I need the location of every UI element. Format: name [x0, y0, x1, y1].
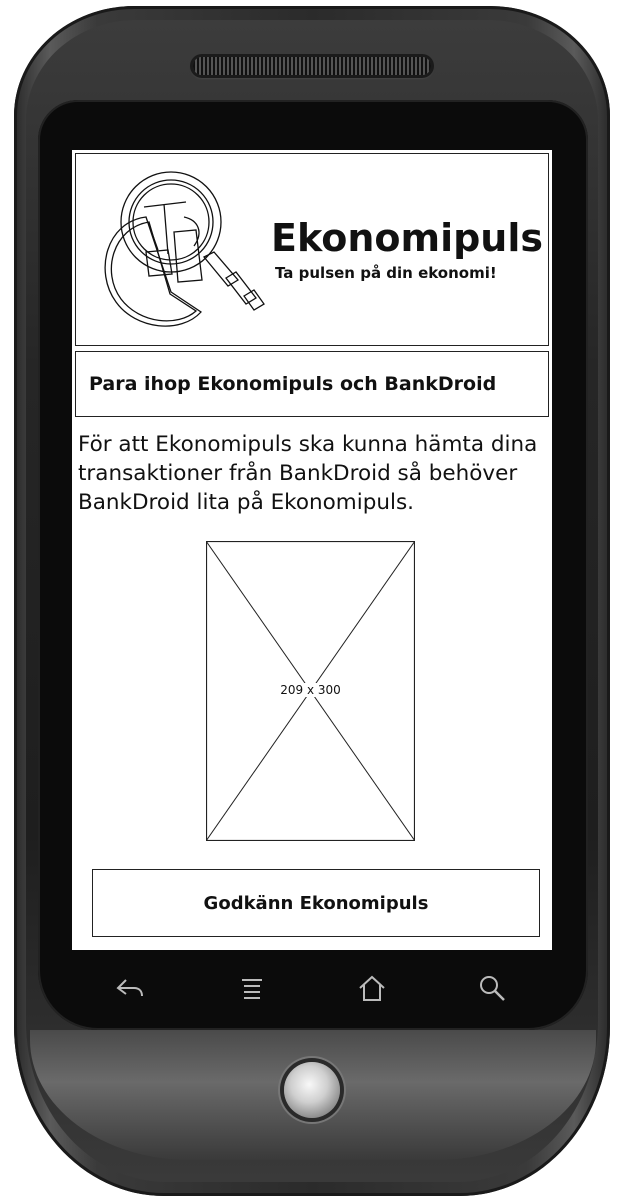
- menu-icon[interactable]: [230, 966, 274, 1010]
- device-screen: Ekonomipuls Ta pulsen på din ekonomi! Pa…: [72, 150, 552, 950]
- approve-button[interactable]: Godkänn Ekonomipuls: [92, 869, 540, 937]
- android-nav-bar: [72, 958, 552, 1018]
- section-title: Para ihop Ekonomipuls och BankDroid: [89, 373, 497, 395]
- approve-button-label: Godkänn Ekonomipuls: [203, 892, 429, 914]
- search-icon[interactable]: [470, 966, 514, 1010]
- trackball-button[interactable]: [284, 1062, 340, 1118]
- app-title: Ekonomipuls: [271, 216, 543, 260]
- description-text: För att Ekonomipuls ska kunna hämta dina…: [78, 432, 538, 515]
- back-icon[interactable]: [108, 966, 152, 1010]
- image-placeholder: 209 x 300: [205, 540, 416, 842]
- earpiece-speaker: [193, 57, 431, 75]
- section-header: Para ihop Ekonomipuls och BankDroid: [75, 351, 549, 417]
- placeholder-size-label: 209 x 300: [278, 683, 343, 697]
- app-header: Ekonomipuls Ta pulsen på din ekonomi!: [75, 153, 549, 346]
- app-tagline: Ta pulsen på din ekonomi!: [275, 264, 497, 282]
- magnifier-logo-icon: [104, 171, 265, 327]
- home-icon[interactable]: [350, 966, 394, 1010]
